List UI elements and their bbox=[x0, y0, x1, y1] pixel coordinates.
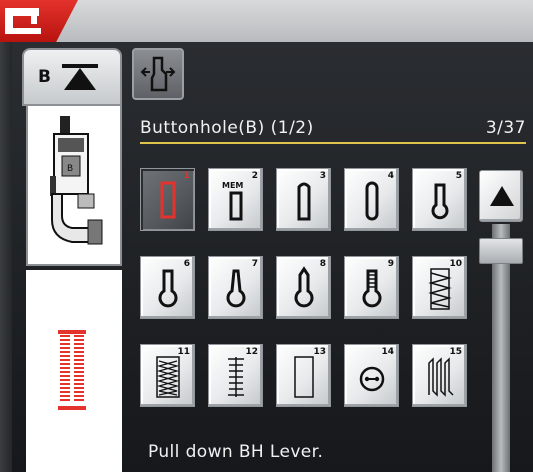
round-both-ends-buttonhole-icon bbox=[365, 181, 379, 221]
stitch-button-6[interactable]: 6 bbox=[140, 256, 195, 319]
button-sewing-icon bbox=[359, 366, 385, 392]
rounded-buttonhole-icon bbox=[297, 182, 311, 221]
stitch-button-14[interactable]: 14 bbox=[344, 344, 399, 407]
stitch-button-12[interactable]: 12 bbox=[208, 344, 263, 407]
stitch-category-header: Buttonhole(B) (1/2) 3/37 bbox=[140, 118, 526, 142]
bartack-rect-buttonhole-icon bbox=[160, 181, 176, 219]
stitch-button-13[interactable]: 13 bbox=[276, 344, 331, 407]
stitch-button-1[interactable]: 1 bbox=[140, 168, 195, 231]
stitch-button-10[interactable]: 10 bbox=[412, 256, 467, 319]
stitch-button-4[interactable]: 4 bbox=[344, 168, 399, 231]
ladder-buttonhole-icon bbox=[228, 357, 244, 397]
free-motion-button[interactable] bbox=[132, 48, 184, 100]
status-message: Pull down BH Lever. bbox=[148, 442, 324, 462]
memory-buttonhole-icon bbox=[229, 191, 243, 221]
stretch-buttonhole-icon bbox=[428, 268, 452, 310]
keyhole-wide-buttonhole-icon bbox=[158, 269, 178, 308]
stitch-grid: 1 2 MEM 3 4 5 6 7 8 9 10 11 12 13 14 15 bbox=[140, 168, 470, 438]
sewing-machine-icon bbox=[5, 8, 41, 34]
scrollbar-thumb[interactable] bbox=[479, 238, 523, 264]
stitch-button-3[interactable]: 3 bbox=[276, 168, 331, 231]
stitch-button-9[interactable]: 9 bbox=[344, 256, 399, 319]
stitch-button-8[interactable]: 8 bbox=[276, 256, 331, 319]
scroll-up-button[interactable] bbox=[479, 170, 523, 222]
free-motion-foot-icon bbox=[140, 56, 176, 92]
darning-icon bbox=[428, 357, 454, 397]
foot-letter: B bbox=[38, 67, 51, 87]
stitch-button-5[interactable]: 5 bbox=[412, 168, 467, 231]
keyhole-pointed-buttonhole-icon bbox=[294, 266, 314, 308]
stitch-preview bbox=[26, 270, 122, 472]
keyhole-buttonhole-icon bbox=[431, 183, 449, 220]
page-title: Buttonhole(B) (1/2) bbox=[140, 118, 314, 138]
machine-logo bbox=[0, 0, 78, 42]
stitch-button-15[interactable]: 15 bbox=[412, 344, 467, 407]
header-divider bbox=[140, 142, 526, 144]
stitch-button-2[interactable]: 2 MEM bbox=[208, 168, 263, 231]
foot-lift-icon bbox=[62, 64, 98, 90]
stitch-button-11[interactable]: 11 bbox=[140, 344, 195, 407]
keyhole-bartack-buttonhole-icon bbox=[362, 269, 382, 308]
buttonhole-foot-icon: B bbox=[50, 116, 103, 245]
frame-edge bbox=[0, 42, 12, 472]
top-bar bbox=[0, 0, 533, 42]
buttonhole-preview-icon bbox=[58, 330, 86, 410]
bound-buttonhole-icon bbox=[294, 356, 314, 398]
triangle-up-icon bbox=[490, 186, 514, 206]
stitch-button-7[interactable]: 7 bbox=[208, 256, 263, 319]
heirloom-buttonhole-icon bbox=[156, 356, 180, 398]
stitch-count: 3/37 bbox=[485, 118, 526, 138]
keyhole-tapered-buttonhole-icon bbox=[226, 269, 246, 308]
presser-foot-display: B bbox=[26, 106, 122, 266]
presser-foot-tab[interactable]: B bbox=[22, 48, 122, 106]
svg-text:B: B bbox=[67, 164, 73, 174]
